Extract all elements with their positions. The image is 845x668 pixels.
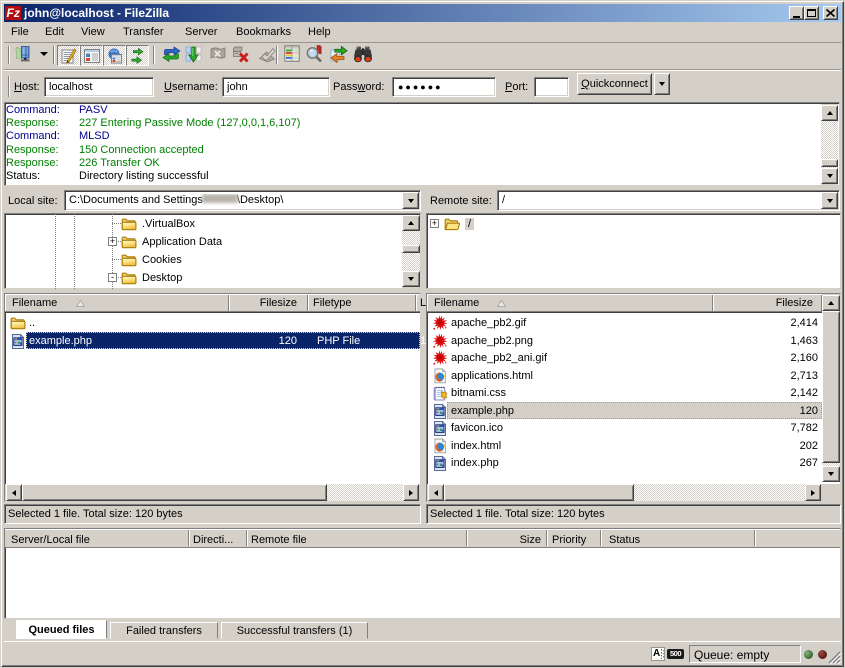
svg-text:Fz: Fz: [7, 6, 20, 20]
